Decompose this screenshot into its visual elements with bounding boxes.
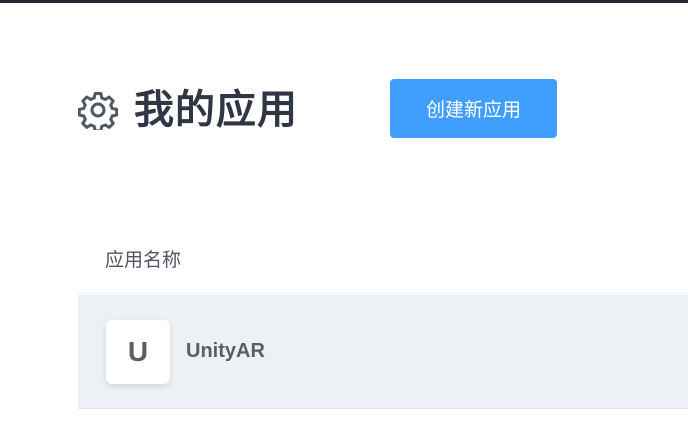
app-name[interactable]: UnityAR <box>186 340 265 363</box>
top-bar <box>0 0 688 3</box>
column-header-app-name: 应用名称 <box>105 249 182 271</box>
page-header: 我的应用 <box>78 84 298 136</box>
table-header: 应用名称 <box>78 224 688 294</box>
avatar: U <box>106 319 170 384</box>
page-title: 我的应用 <box>134 87 298 133</box>
gear-icon <box>78 90 118 130</box>
table-row[interactable]: U UnityAR <box>78 295 688 409</box>
create-app-button[interactable]: 创建新应用 <box>390 79 557 138</box>
